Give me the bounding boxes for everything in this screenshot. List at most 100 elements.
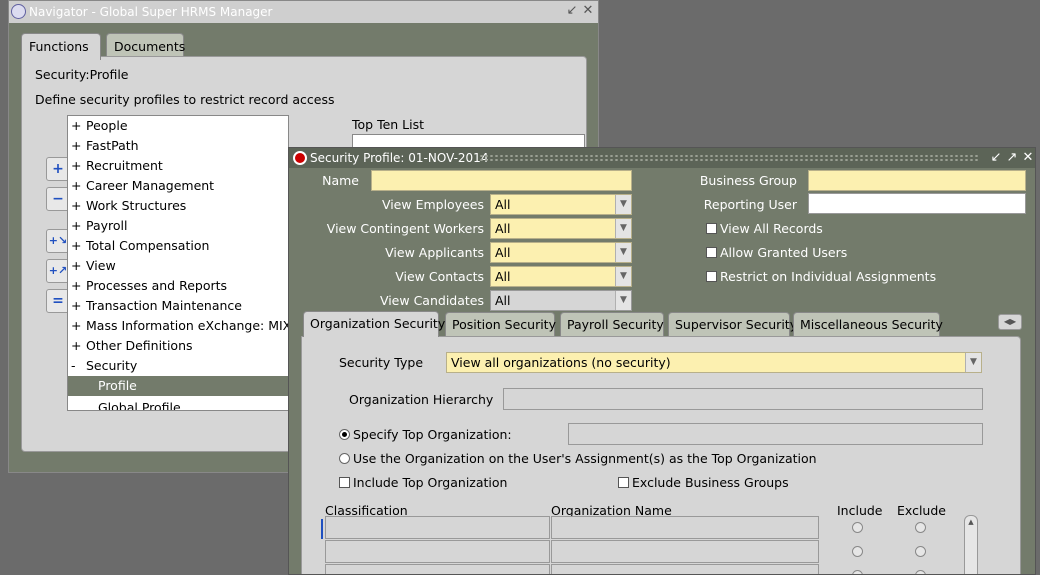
collapse-all-icon: = [52, 293, 64, 309]
include-radio[interactable] [852, 570, 863, 574]
name-label: Name [322, 173, 359, 188]
security-profile-title: Security Profile: 01-NOV-2014 [310, 151, 489, 165]
top-ten-label: Top Ten List [352, 117, 425, 132]
specify-top-org-radio[interactable]: Specify Top Organization: [339, 427, 512, 442]
restrict-individual-assignments-checkbox[interactable]: Restrict on Individual Assignments [706, 269, 936, 284]
reporting-user-label: Reporting User [703, 197, 797, 212]
organization-name-cell[interactable] [551, 564, 819, 574]
tab-scroll-arrows-icon[interactable]: ◀▶ [998, 314, 1022, 330]
navigator-titlebar[interactable]: Navigator - Global Super HRMS Manager ↙ … [9, 1, 598, 23]
security-profile-window: Security Profile: 01-NOV-2014 ↙ ↗ ✕ Name… [288, 147, 1036, 575]
checkbox-icon [618, 477, 629, 488]
tree-item[interactable]: + Work Structures [68, 196, 274, 216]
tree-item[interactable]: + People [68, 116, 274, 136]
organization-hierarchy-field[interactable] [503, 388, 983, 410]
view-applicants-select[interactable]: All ▼ [490, 242, 632, 263]
allow-granted-users-checkbox[interactable]: Allow Granted Users [706, 245, 847, 260]
tab-miscellaneous-security[interactable]: Miscellaneous Security [793, 312, 943, 337]
maximize-icon[interactable]: ↗ [1005, 150, 1019, 166]
name-field[interactable] [371, 170, 632, 191]
row-indicator [321, 519, 324, 539]
include-radio[interactable] [852, 546, 863, 557]
classification-cell[interactable] [325, 540, 550, 563]
organization-hierarchy-label: Organization Hierarchy [349, 392, 494, 407]
exclude-column-header: Exclude [897, 503, 946, 518]
grid-scrollbar[interactable]: ▲ [964, 515, 978, 574]
tab-supervisor-security[interactable]: Supervisor Security [668, 312, 797, 337]
chevron-down-icon: ▼ [615, 219, 631, 238]
checkbox-icon [706, 223, 717, 234]
function-tree: + People + FastPath + Recruitment + Career M… [67, 115, 289, 411]
tree-item[interactable]: + Career Management [68, 176, 274, 196]
scroll-up-icon[interactable]: ▲ [965, 516, 977, 528]
view-contingent-workers-select[interactable]: All ▼ [490, 218, 632, 239]
include-radio[interactable] [852, 522, 863, 533]
oracle-icon [293, 151, 307, 165]
tree-item-selected[interactable]: Profile [68, 376, 288, 396]
chevron-down-icon: ▼ [615, 243, 631, 262]
tab-functions[interactable]: Functions [21, 33, 101, 60]
checkbox-icon [339, 477, 350, 488]
tree-item[interactable]: Global Profile [68, 398, 274, 410]
tree-item[interactable]: + Other Definitions [68, 336, 274, 356]
minimize-icon[interactable]: ↙ [565, 4, 579, 18]
titlebar-grip [479, 154, 979, 162]
view-contacts-label: View Contacts [395, 269, 484, 284]
app-logo-icon [11, 4, 26, 19]
navigator-title: Navigator - Global Super HRMS Manager [29, 5, 273, 19]
exclude-business-groups-checkbox[interactable]: Exclude Business Groups [618, 475, 789, 490]
expand-all-icon: +↗ [48, 264, 68, 277]
function-heading: Security:Profile [35, 67, 129, 82]
security-type-select[interactable]: View all organizations (no security) ▼ [446, 352, 982, 373]
classification-cell[interactable] [325, 564, 550, 574]
organization-name-cell[interactable] [551, 516, 819, 539]
organization-security-panel: Security Type View all organizations (no… [301, 336, 1021, 574]
chevron-down-icon: ▼ [615, 267, 631, 286]
tree-item[interactable]: + Transaction Maintenance [68, 296, 274, 316]
minus-icon: − [52, 191, 64, 207]
exclude-radio[interactable] [915, 522, 926, 533]
business-group-field[interactable] [808, 170, 1026, 191]
tree-item[interactable]: - Security [68, 356, 274, 376]
plus-icon: + [52, 161, 64, 177]
organization-name-cell[interactable] [551, 540, 819, 563]
reporting-user-field[interactable] [808, 193, 1026, 214]
view-employees-select[interactable]: All ▼ [490, 194, 632, 215]
tree-item[interactable]: + Mass Information eXchange: MIX [68, 316, 288, 336]
checkbox-icon [706, 271, 717, 282]
top-organization-field[interactable] [568, 423, 983, 445]
chevron-down-icon: ▼ [615, 195, 631, 214]
chevron-down-icon: ▼ [615, 291, 631, 310]
security-profile-titlebar[interactable]: Security Profile: 01-NOV-2014 ↙ ↗ ✕ [289, 148, 1035, 168]
use-user-org-radio[interactable]: Use the Organization on the User's Assig… [339, 451, 817, 466]
view-contacts-select[interactable]: All ▼ [490, 266, 632, 287]
tree-item[interactable]: + Payroll [68, 216, 274, 236]
tree-item[interactable]: + Total Compensation [68, 236, 274, 256]
tab-position-security[interactable]: Position Security [445, 312, 556, 337]
close-icon[interactable]: ✕ [1021, 150, 1035, 166]
radio-icon [339, 453, 350, 464]
tree-item[interactable]: + Processes and Reports [68, 276, 274, 296]
view-applicants-label: View Applicants [385, 245, 484, 260]
view-employees-label: View Employees [381, 197, 484, 212]
tree-item[interactable]: + Recruitment [68, 156, 274, 176]
tab-organization-security[interactable]: Organization Security [303, 311, 445, 337]
checkbox-icon [706, 247, 717, 258]
business-group-label: Business Group [699, 173, 797, 188]
exclude-radio[interactable] [915, 570, 926, 574]
exclude-radio[interactable] [915, 546, 926, 557]
minimize-icon[interactable]: ↙ [989, 150, 1003, 166]
function-description: Define security profiles to restrict rec… [35, 92, 335, 107]
tab-payroll-security[interactable]: Payroll Security [560, 312, 664, 337]
tree-item[interactable]: + View [68, 256, 274, 276]
view-candidates-select[interactable]: All ▼ [490, 290, 632, 311]
expand-branch-icon: +↘ [48, 234, 68, 247]
classification-cell[interactable] [325, 516, 550, 539]
radio-selected-icon [339, 429, 350, 440]
security-type-label: Security Type [339, 355, 424, 370]
close-icon[interactable]: ✕ [581, 4, 595, 18]
view-contingent-workers-label: View Contingent Workers [326, 221, 484, 236]
tree-item[interactable]: + FastPath [68, 136, 274, 156]
view-all-records-checkbox[interactable]: View All Records [706, 221, 823, 236]
include-top-org-checkbox[interactable]: Include Top Organization [339, 475, 507, 490]
